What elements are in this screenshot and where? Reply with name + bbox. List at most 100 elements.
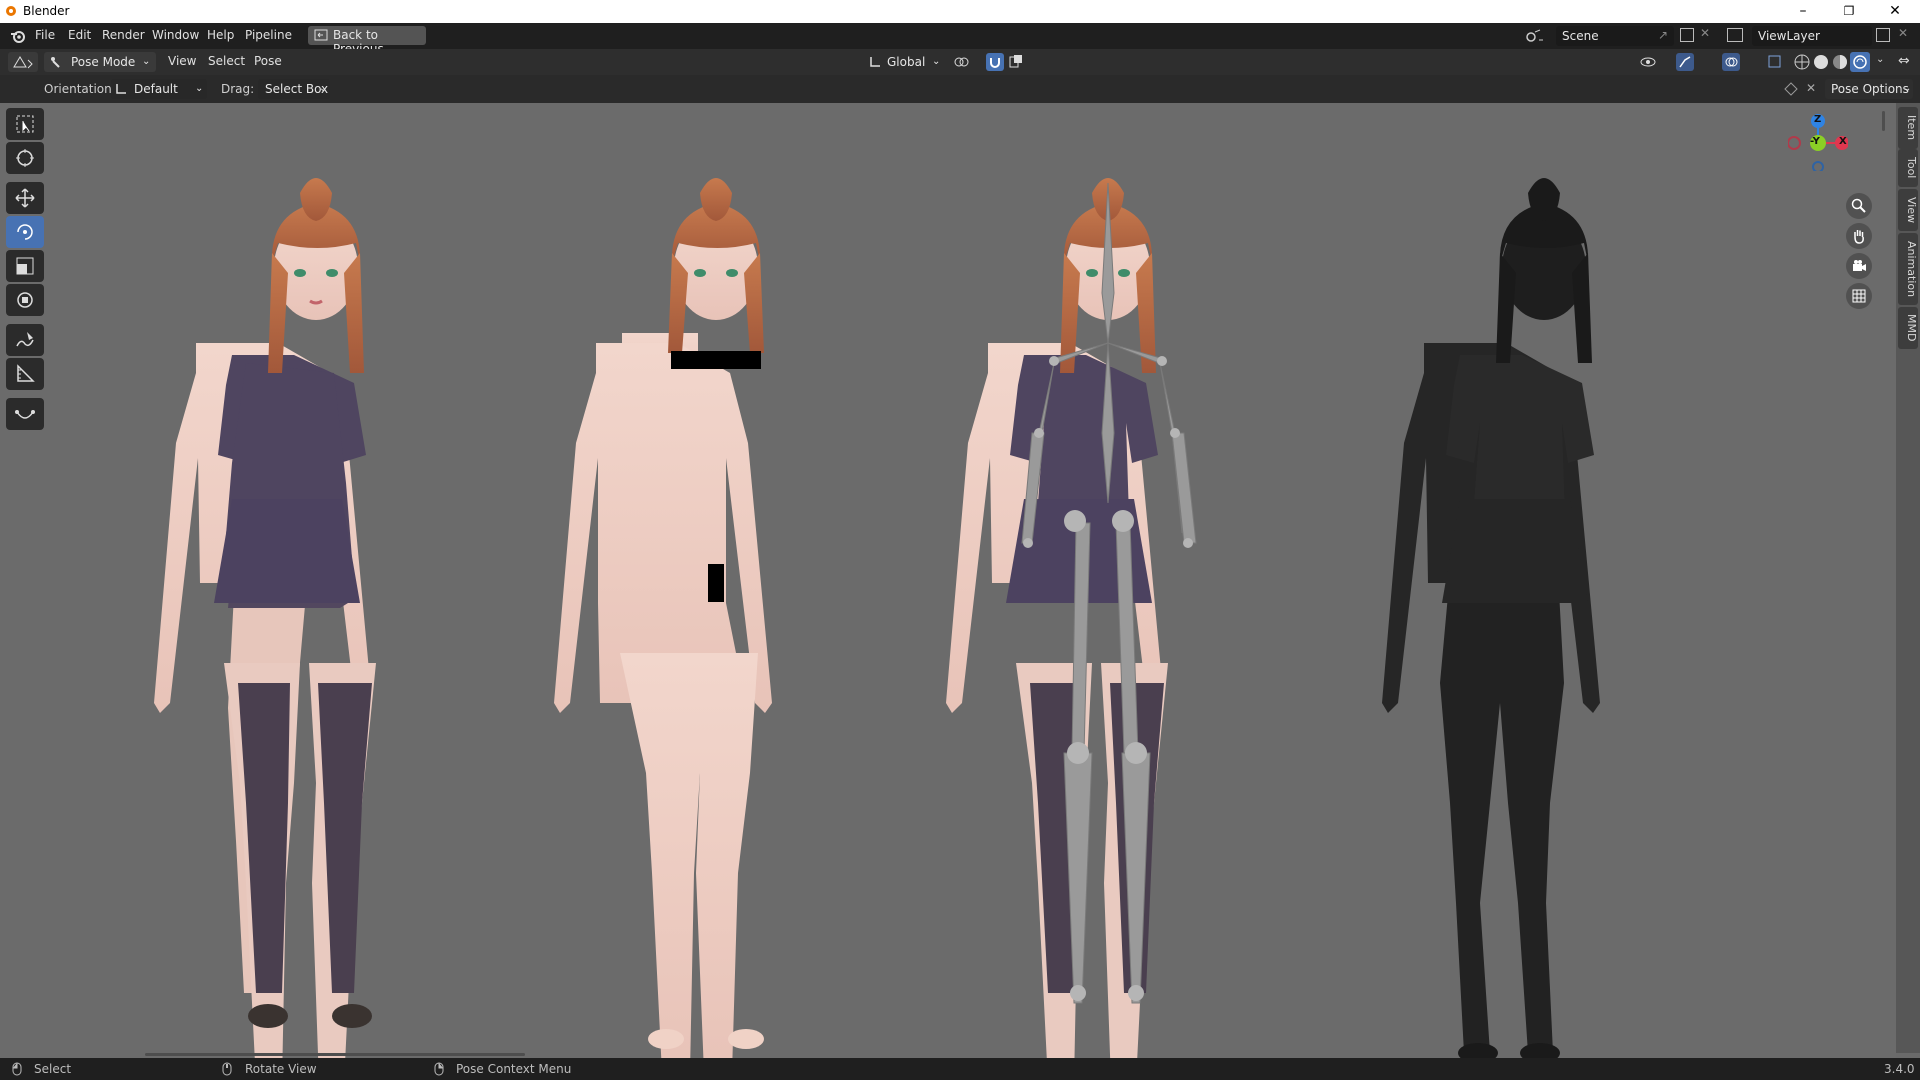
magnet-icon xyxy=(990,58,1000,68)
tab-mmd[interactable]: MMD xyxy=(1898,307,1918,349)
tab-tool[interactable]: Tool xyxy=(1898,149,1918,187)
view-layer-name: ViewLayer xyxy=(1758,29,1820,43)
pose-options-icon[interactable] xyxy=(1783,81,1799,97)
mode-dropdown[interactable]: Pose Mode ⌄ xyxy=(44,52,156,72)
shading-options-chevron-icon[interactable]: ⌄ xyxy=(1876,54,1884,65)
rendered-shading-toggle[interactable] xyxy=(1850,52,1870,72)
material-shading-icon[interactable] xyxy=(1831,53,1849,71)
viewport-header: Pose Mode ⌄ View Select Pose Global ⌄ ⌄ … xyxy=(0,49,1920,75)
menu-pose[interactable]: Pose xyxy=(254,54,282,68)
status-bar: Select Rotate View Pose Context Menu 3.4… xyxy=(0,1058,1920,1080)
sidebar-tabs: Item Tool View Animation MMD xyxy=(1896,103,1920,1053)
snap-toggle[interactable] xyxy=(986,53,1004,71)
back-to-previous-button[interactable]: Back to Previous xyxy=(308,26,426,56)
chevron-down-icon: ⌄ xyxy=(932,56,941,67)
view-layer-icon[interactable] xyxy=(1727,28,1743,42)
gizmo-neg-z-axis[interactable] xyxy=(1812,161,1824,173)
maximize-button[interactable]: ❐ xyxy=(1826,0,1872,23)
select-box-icon xyxy=(16,115,34,133)
orientation-global-label: Global xyxy=(887,55,926,69)
xray-icon xyxy=(1768,55,1781,68)
new-view-layer-icon[interactable] xyxy=(1876,28,1890,42)
blender-menu-icon[interactable] xyxy=(10,28,26,44)
solid-shading-icon[interactable] xyxy=(1812,53,1830,71)
xray-toggle[interactable] xyxy=(1767,53,1783,71)
axes-icon xyxy=(116,84,126,94)
cursor-tool[interactable] xyxy=(6,142,44,174)
character-base-body[interactable] xyxy=(554,178,772,1058)
pan-button[interactable] xyxy=(1846,223,1872,249)
zoom-button[interactable] xyxy=(1846,193,1872,219)
gizmo-icon xyxy=(1679,56,1691,68)
tab-animation[interactable]: Animation xyxy=(1898,233,1918,305)
perspective-toggle-button[interactable] xyxy=(1846,283,1872,309)
vertical-scrollbar[interactable] xyxy=(1882,111,1885,131)
orientation-value: Default xyxy=(134,82,178,96)
window-title: Blender xyxy=(23,4,70,18)
gizmo-neg-x-axis[interactable] xyxy=(1787,136,1801,150)
chevron-down-icon: ⌄ xyxy=(319,83,328,94)
3d-viewport[interactable]: Z X -Y xyxy=(0,103,1896,1058)
pose-curve-tool[interactable] xyxy=(6,398,44,430)
select-box-tool[interactable] xyxy=(6,108,44,140)
visibility-icon[interactable] xyxy=(1640,54,1668,70)
pose-mode-icon xyxy=(51,57,60,68)
chevron-down-icon: ⌄ xyxy=(1903,83,1912,94)
scale-tool[interactable] xyxy=(6,250,44,282)
minimize-button[interactable]: – xyxy=(1780,0,1826,23)
tab-view[interactable]: View xyxy=(1898,189,1918,231)
screen-back-icon xyxy=(314,29,328,41)
menu-pipeline[interactable]: Pipeline xyxy=(245,28,292,42)
view-layer-field[interactable]: ViewLayer xyxy=(1752,26,1872,46)
menu-file[interactable]: File xyxy=(35,28,55,42)
menu-view[interactable]: View xyxy=(168,54,196,68)
expand-arrows-icon[interactable]: ⇔ xyxy=(1898,53,1910,69)
overlay-toggle[interactable] xyxy=(1722,53,1740,71)
delete-scene-icon[interactable]: ✕ xyxy=(1700,26,1710,40)
measure-tool[interactable] xyxy=(6,358,44,390)
editor-3d-icon xyxy=(13,56,33,69)
cursor-icon xyxy=(16,149,34,167)
character-wireframe[interactable] xyxy=(1382,178,1600,1058)
tab-item[interactable]: Item xyxy=(1898,107,1918,149)
status-select-hint: Select xyxy=(34,1062,72,1076)
new-scene-icon[interactable] xyxy=(1680,28,1694,42)
blender-version: 3.4.0 xyxy=(1884,1062,1915,1076)
pivot-point-icon[interactable] xyxy=(952,54,976,70)
hand-icon xyxy=(1854,230,1864,244)
orientation-dropdown[interactable]: Default ⌄ xyxy=(111,79,207,99)
menu-window[interactable]: Window xyxy=(152,28,199,42)
menu-render[interactable]: Render xyxy=(102,28,145,42)
drag-dropdown[interactable]: Select Box ⌄ xyxy=(258,79,330,99)
navigation-gizmo[interactable]: Z X -Y xyxy=(1787,111,1849,173)
status-rotate-view-hint: Rotate View xyxy=(245,1062,317,1076)
transform-orientation-dropdown[interactable]: Global ⌄ xyxy=(864,52,946,72)
horizontal-scrollbar[interactable] xyxy=(145,1053,525,1056)
pin-icon[interactable]: ↗ xyxy=(1658,28,1668,42)
character-clothed[interactable] xyxy=(154,178,376,1058)
close-button[interactable]: ✕ xyxy=(1872,0,1918,23)
mouse-left-icon xyxy=(12,1062,22,1076)
delete-view-layer-icon[interactable]: ✕ xyxy=(1898,26,1908,40)
gizmo-toggle[interactable] xyxy=(1676,53,1694,71)
move-tool[interactable] xyxy=(6,182,44,214)
rendered-shading-icon xyxy=(1853,55,1867,69)
camera-view-button[interactable] xyxy=(1846,253,1872,279)
snap-target-icon[interactable] xyxy=(1008,54,1032,70)
transform-tool[interactable] xyxy=(6,284,44,316)
wireframe-shading-icon[interactable] xyxy=(1793,53,1811,71)
gizmo-y-label: -Y xyxy=(1810,136,1820,147)
annotate-tool[interactable] xyxy=(6,324,44,356)
pose-options-dropdown[interactable]: Pose Options ⌄ xyxy=(1825,79,1913,99)
character-with-armature[interactable] xyxy=(946,178,1197,1058)
menu-edit[interactable]: Edit xyxy=(68,28,91,42)
scene-field[interactable]: Scene ↗ xyxy=(1556,26,1674,46)
menu-select[interactable]: Select xyxy=(208,54,245,68)
scale-icon xyxy=(16,257,34,275)
editor-type-button[interactable] xyxy=(8,52,38,72)
menu-help[interactable]: Help xyxy=(207,28,234,42)
scene-selector-icon[interactable] xyxy=(1525,28,1545,44)
rotate-tool[interactable] xyxy=(6,216,44,248)
blender-logo-icon xyxy=(6,6,16,16)
close-options-icon[interactable]: ✕ xyxy=(1806,81,1816,95)
